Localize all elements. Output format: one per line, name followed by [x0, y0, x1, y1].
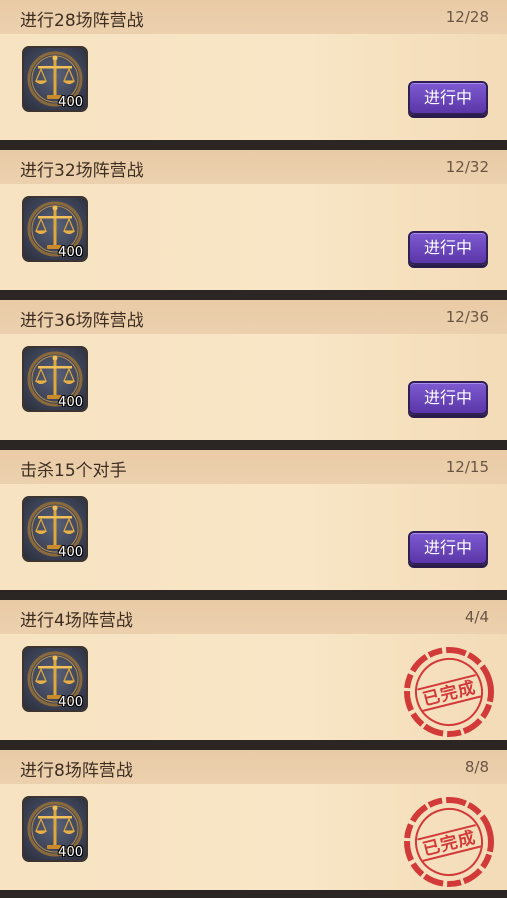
reward-quantity: 400	[58, 95, 83, 110]
reward-item[interactable]: 400	[22, 796, 88, 862]
in-progress-button[interactable]: 进行中	[408, 531, 488, 565]
quest-card: 进行32场阵营战 12/32 400 进行中	[0, 150, 507, 290]
quest-title: 进行4场阵营战	[20, 611, 133, 631]
quest-card: 进行8场阵营战 8/8 400 已完成	[0, 750, 507, 890]
quest-progress: 12/36	[445, 308, 489, 326]
quest-progress: 4/4	[464, 608, 489, 626]
quest-card: 击杀15个对手 12/15 400 进行中	[0, 450, 507, 590]
reward-item[interactable]: 400	[22, 46, 88, 112]
reward-item[interactable]: 400	[22, 646, 88, 712]
quest-title: 进行8场阵营战	[20, 761, 133, 781]
reward-quantity: 400	[58, 695, 83, 710]
in-progress-button[interactable]: 进行中	[408, 381, 488, 415]
in-progress-button[interactable]: 进行中	[408, 231, 488, 265]
reward-quantity: 400	[58, 395, 83, 410]
quest-progress: 12/32	[445, 158, 489, 176]
quest-card: 进行36场阵营战 12/36 400 进行中	[0, 300, 507, 440]
reward-item[interactable]: 400	[22, 346, 88, 412]
reward-quantity: 400	[58, 245, 83, 260]
quest-card: 进行4场阵营战 4/4 400 已完成	[0, 600, 507, 740]
quest-progress: 12/15	[445, 458, 489, 476]
reward-quantity: 400	[58, 845, 83, 860]
quest-title: 进行36场阵营战	[20, 311, 144, 331]
quest-title: 击杀15个对手	[20, 461, 127, 481]
quest-list: 进行28场阵营战 12/28 400 进行中 进行32场阵营战 12/32 40…	[0, 0, 507, 891]
reward-quantity: 400	[58, 545, 83, 560]
in-progress-button[interactable]: 进行中	[408, 81, 488, 115]
quest-card: 进行28场阵营战 12/28 400 进行中	[0, 0, 507, 140]
quest-title: 进行28场阵营战	[20, 11, 144, 31]
quest-progress: 12/28	[445, 8, 489, 26]
reward-item[interactable]: 400	[22, 496, 88, 562]
quest-progress: 8/8	[464, 758, 489, 776]
reward-item[interactable]: 400	[22, 196, 88, 262]
quest-title: 进行32场阵营战	[20, 161, 144, 181]
